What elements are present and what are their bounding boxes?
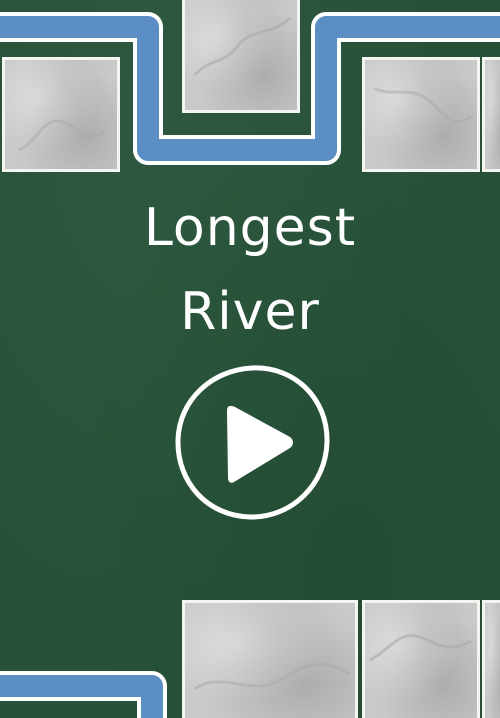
game-screen: Longest River	[0, 0, 500, 718]
game-title-line1: Longest	[143, 198, 357, 258]
play-button[interactable]	[172, 362, 332, 522]
play-icon	[175, 365, 330, 520]
game-title-line2: River	[180, 282, 320, 342]
river-path	[0, 12, 500, 718]
